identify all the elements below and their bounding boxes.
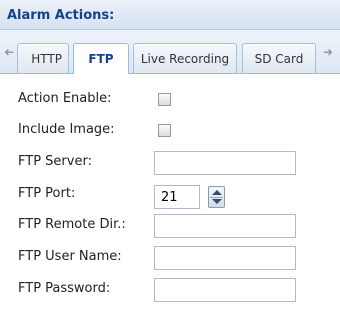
- tab-sd-card[interactable]: SD Card: [242, 43, 316, 73]
- ftp-remote-dir-input[interactable]: [154, 214, 296, 238]
- ftp-port-stepper[interactable]: [208, 186, 225, 208]
- include-image-checkbox[interactable]: [158, 124, 171, 137]
- include-image-label: Include Image:: [18, 122, 115, 137]
- ftp-password-label: FTP Password:: [18, 281, 111, 296]
- ftp-user-name-label: FTP User Name:: [18, 249, 122, 264]
- arrow-right-icon[interactable]: ➜: [322, 44, 334, 60]
- ftp-password-row: FTP Password:: [0, 276, 340, 306]
- tab-http-label: HTTP: [31, 51, 62, 66]
- tab-live-recording[interactable]: Live Recording: [133, 43, 237, 73]
- ftp-server-row: FTP Server:: [0, 148, 340, 178]
- ftp-user-name-input[interactable]: [154, 246, 296, 270]
- ftp-remote-dir-row: FTP Remote Dir.:: [0, 211, 340, 241]
- tab-strip: ➜ HTTP FTP Live Recording SD Card ➜: [0, 30, 340, 74]
- spinner-divider: [210, 197, 223, 198]
- tab-live-recording-label: Live Recording: [140, 51, 230, 66]
- action-enable-label: Action Enable:: [18, 91, 112, 106]
- spin-down-icon[interactable]: [212, 199, 222, 204]
- tab-ftp-label: FTP: [88, 52, 114, 66]
- arrow-left-icon[interactable]: ➜: [3, 44, 15, 60]
- tab-ftp[interactable]: FTP: [73, 43, 129, 74]
- spin-up-icon[interactable]: [212, 190, 222, 195]
- ftp-server-input[interactable]: [154, 151, 296, 175]
- ftp-port-row: FTP Port:: [0, 180, 340, 210]
- ftp-remote-dir-label: FTP Remote Dir.:: [18, 217, 126, 232]
- action-enable-row: Action Enable:: [0, 85, 340, 115]
- ftp-password-input[interactable]: [154, 278, 296, 302]
- tab-sd-card-label: SD Card: [254, 51, 304, 66]
- ftp-user-name-row: FTP User Name:: [0, 244, 340, 274]
- ftp-port-label: FTP Port:: [18, 186, 76, 201]
- panel-title: Alarm Actions:: [7, 8, 115, 23]
- include-image-row: Include Image:: [0, 116, 340, 146]
- panel-header: Alarm Actions:: [0, 0, 340, 30]
- ftp-server-label: FTP Server:: [18, 154, 92, 169]
- tab-http[interactable]: HTTP: [17, 43, 69, 73]
- ftp-port-input[interactable]: [154, 185, 200, 209]
- action-enable-checkbox[interactable]: [158, 93, 171, 106]
